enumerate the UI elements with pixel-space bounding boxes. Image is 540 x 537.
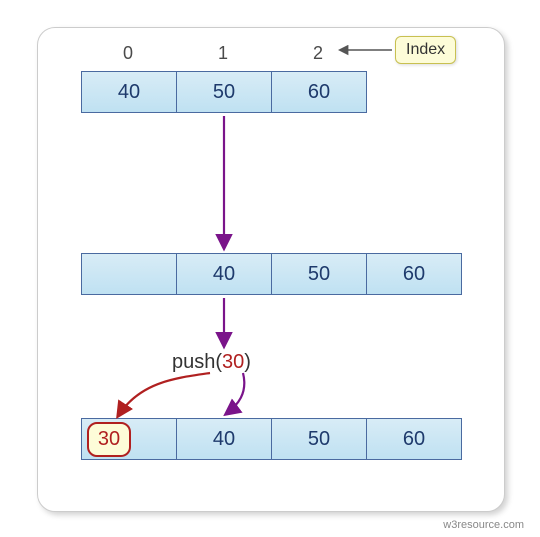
array2-cell-0 xyxy=(81,253,177,295)
array2-cell-1: 40 xyxy=(176,253,272,295)
array1-cell-1: 50 xyxy=(176,71,272,113)
attribution: w3resource.com xyxy=(443,519,524,531)
index-label-box: Index xyxy=(395,36,456,64)
index-0: 0 xyxy=(113,43,143,64)
index-label-text: Index xyxy=(406,41,445,58)
array3-cell-2: 50 xyxy=(271,418,367,460)
diagram-canvas: 0 1 2 Index 40 50 60 40 50 60 push(30) 3… xyxy=(0,0,540,537)
push-arg: 30 xyxy=(222,351,244,373)
array1-cell-2: 60 xyxy=(271,71,367,113)
array3-cell-1: 40 xyxy=(176,418,272,460)
array1-cell-0: 40 xyxy=(81,71,177,113)
array2-cell-2: 50 xyxy=(271,253,367,295)
array2-cell-3: 60 xyxy=(366,253,462,295)
push-label: push(30) xyxy=(172,351,251,374)
push-name: push xyxy=(172,351,215,373)
inserted-pill: 30 xyxy=(87,422,131,457)
index-2: 2 xyxy=(303,43,333,64)
array3-cell-3: 60 xyxy=(366,418,462,460)
index-1: 1 xyxy=(208,43,238,64)
